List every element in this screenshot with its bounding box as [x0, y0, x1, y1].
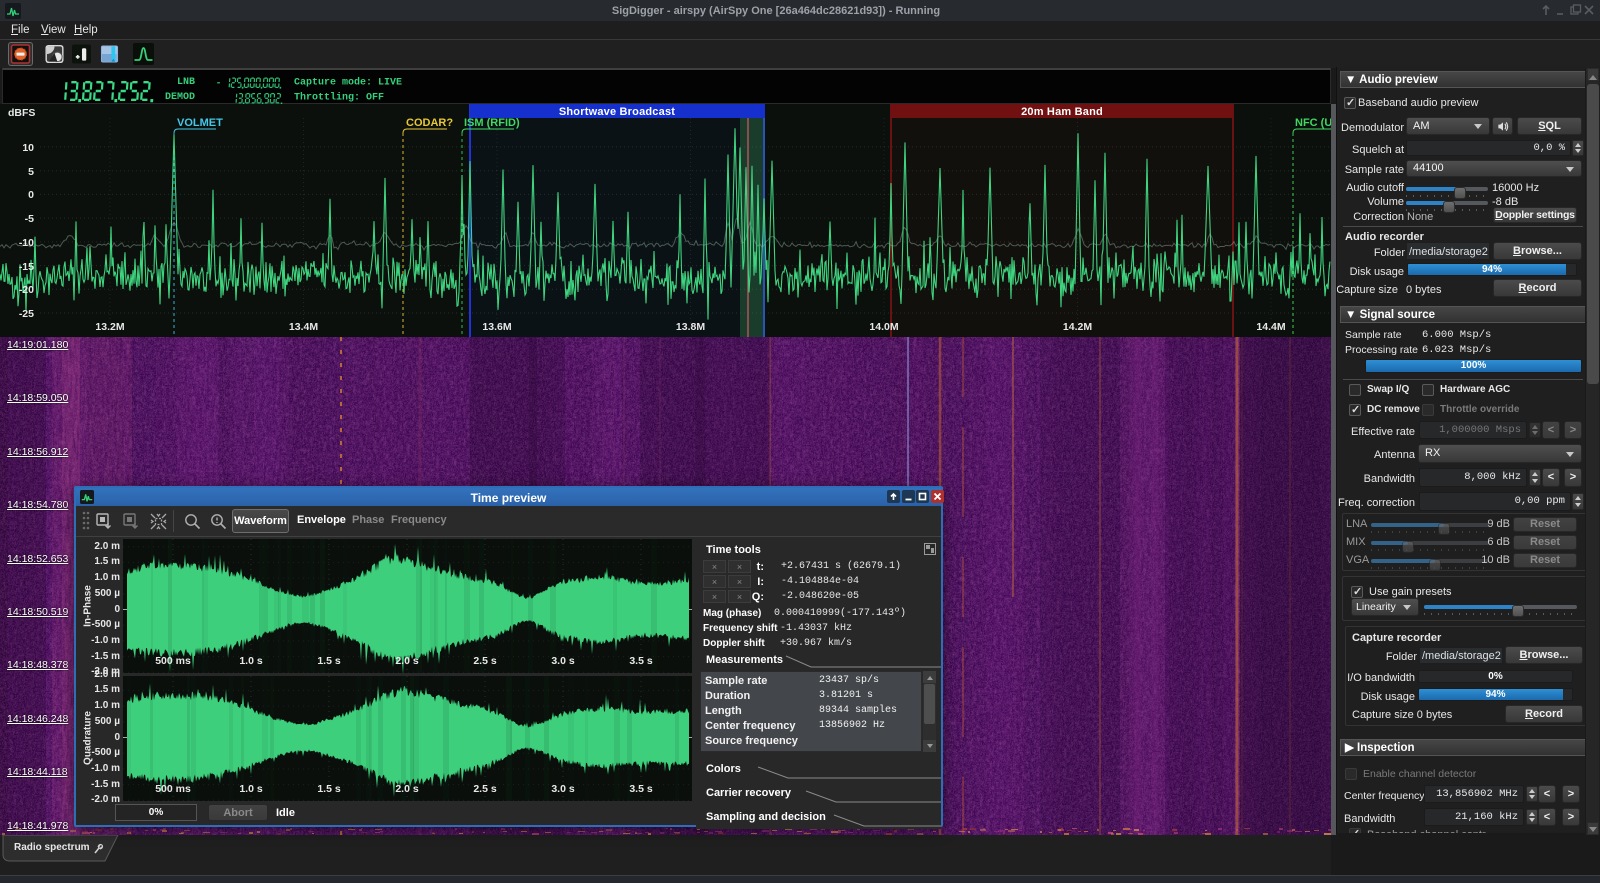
svg-text:2.0 s: 2.0 s [395, 783, 419, 795]
svg-text:13.8M: 13.8M [676, 321, 705, 333]
svg-text:3.0 s: 3.0 s [551, 655, 575, 667]
svg-text:-10: -10 [19, 237, 34, 249]
svg-text:-20: -20 [19, 284, 34, 296]
svg-text:LNB: LNB [177, 77, 195, 88]
svg-text:5: 5 [28, 166, 34, 178]
svg-text:14.4M: 14.4M [1256, 321, 1285, 333]
svg-text:NFC (Up: NFC (Up [1295, 117, 1331, 129]
svg-text:1.5 s: 1.5 s [317, 655, 341, 667]
svg-text:2.5 s: 2.5 s [473, 655, 497, 667]
svg-text:CODAR?: CODAR? [406, 117, 453, 129]
svg-text:3.5 s: 3.5 s [629, 783, 653, 795]
svg-text:ISM (RFID): ISM (RFID) [464, 117, 520, 129]
svg-text:-15: -15 [19, 261, 34, 273]
svg-text:Shortwave Broadcast: Shortwave Broadcast [559, 106, 675, 118]
svg-text:3.0 s: 3.0 s [551, 783, 575, 795]
svg-text:500 ms: 500 ms [155, 655, 191, 667]
svg-text:10: 10 [22, 142, 34, 154]
svg-text:-5: -5 [25, 213, 34, 225]
svg-text:14.2M: 14.2M [1063, 321, 1092, 333]
svg-text:14.0M: 14.0M [869, 321, 898, 333]
svg-text:20m Ham Band: 20m Ham Band [1021, 106, 1103, 118]
svg-text:2.0 s: 2.0 s [395, 655, 419, 667]
svg-text:500 ms: 500 ms [155, 783, 191, 795]
svg-text:13.6M: 13.6M [482, 321, 511, 333]
svg-text:DEMOD: DEMOD [165, 92, 195, 103]
svg-text:13.4M: 13.4M [289, 321, 318, 333]
svg-text:Throttling: OFF: Throttling: OFF [294, 92, 384, 104]
svg-text:1.0 s: 1.0 s [239, 655, 263, 667]
svg-text:dBFS: dBFS [8, 107, 35, 119]
svg-text:0: 0 [28, 189, 34, 201]
svg-text:VOLMET: VOLMET [177, 117, 223, 129]
svg-text:13.2M: 13.2M [95, 321, 124, 333]
svg-text:1.5 s: 1.5 s [317, 783, 341, 795]
svg-text:3.5 s: 3.5 s [629, 655, 653, 667]
svg-text:2.5 s: 2.5 s [473, 783, 497, 795]
svg-text:1.0 s: 1.0 s [239, 783, 263, 795]
svg-text:-25: -25 [19, 308, 34, 320]
svg-text:Capture mode: LIVE: Capture mode: LIVE [294, 77, 402, 89]
